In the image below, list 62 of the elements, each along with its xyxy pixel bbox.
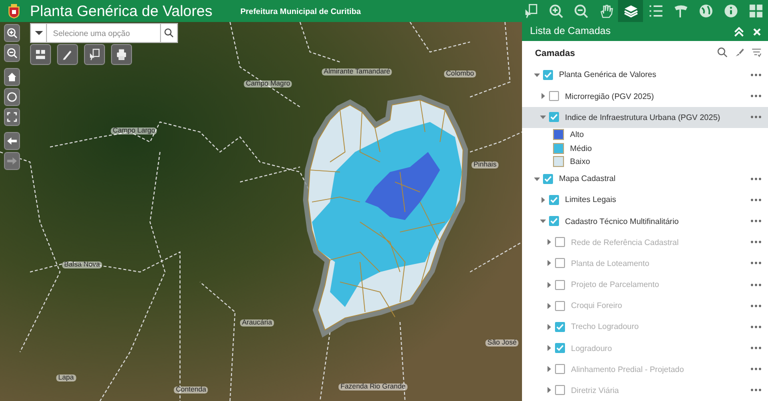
layer-label: Croqui Foreiro [571, 301, 624, 310]
caret-icon[interactable] [540, 93, 546, 100]
legend-label: Médio [570, 144, 592, 152]
more-options-icon[interactable] [750, 72, 762, 78]
coat-of-arms-icon [6, 3, 22, 19]
dropdown-caret-icon[interactable] [30, 23, 47, 43]
app-title: Planta Genérica de Valores [30, 2, 212, 20]
layer-row[interactable]: Limites Legais [522, 189, 768, 211]
section-heading: Camadas [535, 48, 576, 58]
brush-icon[interactable] [734, 47, 745, 58]
layer-label: Planta Genérica de Valores [559, 70, 658, 80]
more-options-icon[interactable] [750, 93, 762, 100]
checkbox[interactable] [549, 112, 559, 122]
checkbox[interactable] [549, 216, 559, 226]
search-icon[interactable] [717, 47, 728, 58]
legend-label: Baixo [570, 156, 590, 166]
more-options-icon[interactable] [750, 218, 762, 224]
layer-label: Trecho Logradouro [571, 322, 640, 332]
checkbox[interactable] [543, 174, 553, 184]
layer-row[interactable]: Planta Genérica de Valores [522, 64, 768, 86]
close-icon[interactable] [752, 26, 762, 37]
collapse-icon[interactable] [734, 26, 744, 37]
zoom-in-icon[interactable] [4, 24, 20, 42]
caret-icon[interactable] [534, 176, 540, 182]
layer-label: Mapa Cadastral [559, 174, 616, 184]
layers-icon[interactable] [618, 0, 643, 22]
layer-label: Projeto de Parcelamento [571, 280, 660, 290]
layer-label: Logradouro [571, 344, 613, 353]
app-subtitle: Prefeitura Municipal de Curitiba [240, 6, 361, 16]
layer-label: Rede de Referência Cadastral [571, 238, 680, 247]
checkbox[interactable] [549, 91, 559, 102]
caret-icon[interactable] [540, 114, 546, 120]
caret-icon[interactable] [540, 196, 546, 203]
layer-label: Indice de Infraestrutura Urbana (PGV 2025) [565, 112, 722, 122]
more-options-icon[interactable] [750, 114, 762, 120]
more-options-icon[interactable] [750, 196, 762, 203]
fullscreen-icon[interactable] [4, 108, 20, 126]
caret-icon[interactable] [540, 218, 546, 224]
printer-icon[interactable] [111, 44, 132, 65]
more-options-icon[interactable] [750, 176, 762, 182]
checkbox[interactable] [543, 70, 553, 80]
zoom-out-icon[interactable] [4, 44, 20, 62]
layer-label: Planta de Loteamento [571, 258, 650, 268]
legend-label: Alto [570, 130, 584, 140]
layer-label: Cadastro Técnico Multifinalitário [565, 216, 680, 226]
layer-label: Microrregião (PGV 2025) [565, 92, 655, 101]
panel-title: Lista de Camadas [530, 26, 612, 38]
layer-row[interactable]: Indice de Infraestrutura Urbana (PGV 2025) [522, 106, 768, 128]
search-icon[interactable] [160, 23, 178, 43]
layer-row[interactable]: Cadastro Técnico Multifinalitário [522, 210, 768, 232]
checkbox[interactable] [549, 194, 559, 205]
filter-list-icon[interactable] [751, 47, 762, 58]
layer-row[interactable]: Mapa Cadastral [522, 168, 768, 190]
home-icon[interactable] [4, 68, 20, 86]
layer-row[interactable]: Microrregião (PGV 2025) [522, 85, 768, 107]
search-field[interactable]: Selecione uma opção [47, 23, 160, 43]
caret-icon[interactable] [534, 72, 540, 78]
pencil-icon[interactable] [57, 44, 78, 65]
layer-label: Limites Legais [565, 195, 618, 204]
layer-label: Diretriz Viária [571, 386, 620, 395]
layer-label: Alinhamento Predial - Projetado [571, 364, 685, 374]
layout-icon[interactable] [30, 44, 51, 65]
